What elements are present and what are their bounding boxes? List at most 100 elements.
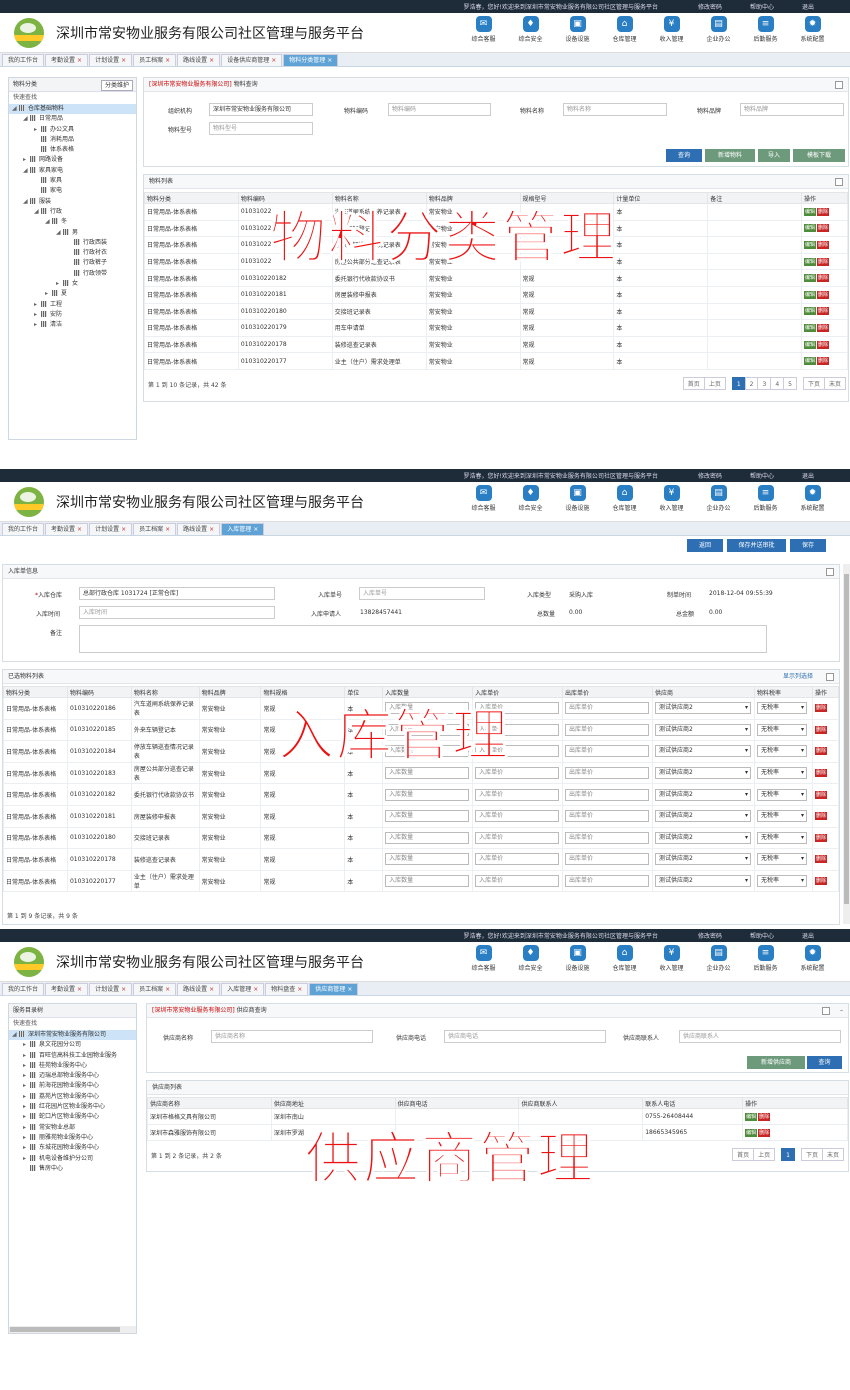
page-button[interactable]: 2 bbox=[744, 377, 759, 390]
tree-node[interactable]: ◢ 日常用品 bbox=[9, 114, 136, 124]
tree-toggle-icon[interactable]: ▸ bbox=[23, 1112, 30, 1122]
price-input[interactable]: 入库单价 bbox=[475, 875, 560, 888]
nav-item-6[interactable]: ≡ 后勤服务 bbox=[742, 945, 789, 972]
tree-node[interactable]: ▸ 工程 bbox=[9, 300, 136, 310]
tree-toggle-icon[interactable]: ◢ bbox=[56, 228, 63, 238]
tree-node[interactable]: ▸ 泉文花园分公司 bbox=[9, 1040, 136, 1050]
tab-6[interactable]: 物料分类管理 × bbox=[283, 54, 339, 66]
supplier-select[interactable]: 测试供应商2 bbox=[655, 875, 752, 888]
tree-toggle-icon[interactable]: ▸ bbox=[56, 279, 63, 289]
tab-0[interactable]: 我的工作台 bbox=[2, 54, 45, 66]
tree-node[interactable]: 家具 bbox=[9, 176, 136, 186]
delete-button[interactable]: 删除 bbox=[758, 1112, 771, 1121]
close-icon[interactable]: × bbox=[121, 986, 126, 993]
no-input[interactable]: 入库单号 bbox=[359, 587, 485, 600]
tab-1[interactable]: 考勤设置 × bbox=[45, 54, 89, 66]
tree-node[interactable]: ▸ 桂苑物业服务中心 bbox=[9, 1061, 136, 1071]
tree-toggle-icon[interactable]: ▸ bbox=[23, 1051, 30, 1061]
supplier-select[interactable]: 测试供应商2 bbox=[655, 810, 752, 823]
close-icon[interactable]: × bbox=[77, 57, 82, 64]
delete-button[interactable]: 删除 bbox=[817, 207, 830, 216]
sidebar-scrollbar[interactable] bbox=[9, 1326, 136, 1333]
tax-select[interactable]: 无税率 bbox=[757, 853, 808, 866]
tree-node[interactable]: ▸ 网路设备 bbox=[9, 155, 136, 165]
page-button[interactable]: 1 bbox=[781, 1148, 795, 1161]
name-input[interactable]: 物料名称 bbox=[563, 103, 667, 116]
tab-2[interactable]: 计划设置 × bbox=[89, 54, 133, 66]
page-button[interactable]: 下页 bbox=[800, 1148, 823, 1161]
tree-toggle-icon[interactable]: ▸ bbox=[23, 1102, 30, 1112]
tab-3[interactable]: 员工档案 × bbox=[133, 54, 177, 66]
nav-item-3[interactable]: ⌂ 仓库管理 bbox=[601, 945, 648, 972]
delete-button[interactable]: 删除 bbox=[814, 725, 827, 734]
tree-toggle-icon[interactable]: ▸ bbox=[34, 310, 41, 320]
tree-node[interactable]: ▸ 东城花园物业服务中心 bbox=[9, 1143, 136, 1153]
delete-button[interactable]: 删除 bbox=[814, 790, 827, 799]
tree-node[interactable]: ◢ 冬 bbox=[9, 217, 136, 227]
close-icon[interactable]: × bbox=[271, 57, 276, 64]
tree-node[interactable]: 行政西装 bbox=[9, 238, 136, 248]
nav-item-6[interactable]: ≡ 后勤服务 bbox=[742, 16, 789, 43]
tree-node[interactable]: ▸ 女 bbox=[9, 279, 136, 289]
close-icon[interactable]: × bbox=[209, 57, 214, 64]
help-link[interactable]: 帮助中心 bbox=[750, 471, 774, 480]
org-input[interactable]: 深圳市常安物业服务有限公司 bbox=[209, 103, 313, 116]
tax-select[interactable]: 无税率 bbox=[757, 831, 808, 844]
tab-5[interactable]: 入库管理 × bbox=[221, 983, 265, 995]
nav-item-3[interactable]: ⌂ 仓库管理 bbox=[601, 485, 648, 512]
tab-1[interactable]: 考勤设置 × bbox=[45, 523, 89, 535]
nav-item-1[interactable]: ♦ 综合安全 bbox=[507, 485, 554, 512]
tree-node[interactable]: 售房中心 bbox=[9, 1164, 136, 1174]
delete-button[interactable]: 删除 bbox=[817, 357, 830, 366]
query-button[interactable]: 查询 bbox=[666, 149, 702, 162]
column-select-link[interactable]: 显示列选择 bbox=[783, 670, 813, 684]
delete-button[interactable]: 删除 bbox=[814, 769, 827, 778]
tab-4[interactable]: 路线设置 × bbox=[177, 523, 221, 535]
tree-node[interactable]: ▸ 荔苑片区物业服务中心 bbox=[9, 1092, 136, 1102]
close-icon[interactable]: × bbox=[77, 526, 82, 533]
quick-search[interactable]: 快速查找 bbox=[9, 92, 136, 104]
edit-button[interactable]: 编辑 bbox=[803, 224, 816, 233]
info-checkbox[interactable] bbox=[826, 568, 834, 576]
logout-link[interactable]: 退出 bbox=[802, 931, 814, 940]
tree-node[interactable]: ◢ 男 bbox=[9, 228, 136, 238]
tree-node[interactable]: ▸ 办公文具 bbox=[9, 125, 136, 135]
edit-button[interactable]: 编辑 bbox=[803, 323, 816, 332]
list-checkbox[interactable] bbox=[835, 178, 843, 186]
tree-toggle-icon[interactable]: ▸ bbox=[23, 1154, 30, 1164]
template-download-button[interactable]: 模板下载 bbox=[793, 149, 845, 162]
nav-item-2[interactable]: ▣ 设备设施 bbox=[554, 16, 601, 43]
tree-toggle-icon[interactable]: ▸ bbox=[23, 1081, 30, 1091]
tab-0[interactable]: 我的工作台 bbox=[2, 523, 45, 535]
help-link[interactable]: 帮助中心 bbox=[750, 931, 774, 940]
model-input[interactable]: 物料型号 bbox=[209, 122, 313, 135]
close-icon[interactable]: × bbox=[327, 57, 332, 64]
close-icon[interactable]: × bbox=[165, 986, 170, 993]
delete-button[interactable]: 删除 bbox=[817, 240, 830, 249]
delete-button[interactable]: 删除 bbox=[814, 747, 827, 756]
nav-item-4[interactable]: ¥ 收入管理 bbox=[648, 16, 695, 43]
tree-toggle-icon[interactable]: ▸ bbox=[34, 125, 41, 135]
tree-node[interactable]: ▸ 前海花园物业服务中心 bbox=[9, 1081, 136, 1091]
out-price-input[interactable]: 出库单价 bbox=[565, 788, 650, 801]
tree-toggle-icon[interactable]: ▸ bbox=[23, 1133, 30, 1143]
nav-item-7[interactable]: ✹ 系统配置 bbox=[789, 16, 836, 43]
tax-select[interactable]: 无税率 bbox=[757, 788, 808, 801]
page-button[interactable]: 1 bbox=[731, 377, 746, 390]
tree-toggle-icon[interactable]: ▸ bbox=[45, 289, 52, 299]
qty-input[interactable]: 入库数量 bbox=[385, 810, 470, 823]
out-price-input[interactable]: 出库单价 bbox=[565, 853, 650, 866]
tree-node[interactable]: 消耗用品 bbox=[9, 135, 136, 145]
tree-node[interactable]: ▸ 夏 bbox=[9, 289, 136, 299]
supplier-select[interactable]: 测试供应商2 bbox=[655, 723, 752, 736]
tree-toggle-icon[interactable]: ▸ bbox=[23, 1040, 30, 1050]
delete-button[interactable]: 删除 bbox=[814, 855, 827, 864]
delete-button[interactable]: 删除 bbox=[817, 290, 830, 299]
tax-select[interactable]: 无税率 bbox=[757, 810, 808, 823]
nav-item-1[interactable]: ♦ 综合安全 bbox=[507, 945, 554, 972]
delete-button[interactable]: 删除 bbox=[817, 307, 830, 316]
out-price-input[interactable]: 出库单价 bbox=[565, 767, 650, 780]
supplier-select[interactable]: 测试供应商2 bbox=[655, 745, 752, 758]
category-maintain-button[interactable]: 分类维护 bbox=[100, 80, 133, 91]
price-input[interactable]: 入库单价 bbox=[475, 788, 560, 801]
